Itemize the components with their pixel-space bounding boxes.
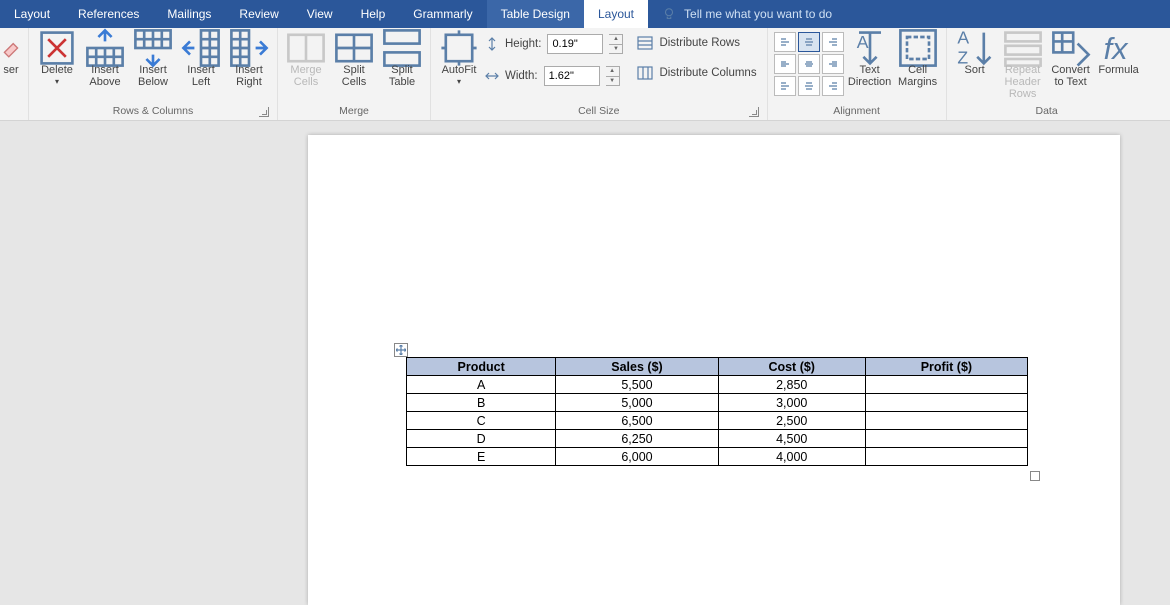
table-row[interactable]: A5,5002,850 — [407, 376, 1028, 394]
cell-size-dialog-launcher[interactable] — [749, 107, 759, 117]
align-bot-left[interactable] — [774, 76, 796, 96]
table-cell[interactable] — [865, 412, 1027, 430]
group-cell-size: Cell Size — [578, 105, 619, 117]
tab-review[interactable]: Review — [225, 0, 292, 28]
width-spinner[interactable]: ▲▼ — [606, 66, 620, 86]
height-spinner[interactable]: ▲▼ — [609, 34, 623, 54]
insert-right-button[interactable]: Insert Right — [227, 32, 271, 88]
table-cell[interactable]: 5,000 — [556, 394, 718, 412]
table-cell[interactable]: A — [407, 376, 556, 394]
rows-columns-dialog-launcher[interactable] — [259, 107, 269, 117]
text-direction-button[interactable]: A Text Direction — [848, 32, 892, 88]
align-mid-center[interactable] — [798, 54, 820, 74]
table-cell[interactable]: 5,500 — [556, 376, 718, 394]
table-cell[interactable]: 3,000 — [718, 394, 865, 412]
width-input[interactable] — [544, 66, 600, 86]
document-table[interactable]: Product Sales ($) Cost ($) Profit ($) A5… — [406, 357, 1028, 466]
table-cell[interactable]: 6,500 — [556, 412, 718, 430]
table-cell[interactable]: 6,250 — [556, 430, 718, 448]
tab-mailings[interactable]: Mailings — [153, 0, 225, 28]
table-cell[interactable]: 2,500 — [718, 412, 865, 430]
distribute-rows-button[interactable]: Distribute Rows — [633, 32, 760, 54]
th-cost[interactable]: Cost ($) — [718, 358, 865, 376]
table-cell[interactable] — [865, 394, 1027, 412]
table-cell[interactable]: 4,500 — [718, 430, 865, 448]
insert-below-button[interactable]: Insert Below — [131, 32, 175, 88]
width-label: Width: — [505, 70, 538, 82]
split-cells-button[interactable]: Split Cells — [332, 32, 376, 88]
tell-me-search[interactable]: Tell me what you want to do — [648, 0, 846, 28]
th-sales[interactable]: Sales ($) — [556, 358, 718, 376]
table-cell[interactable] — [865, 430, 1027, 448]
th-product[interactable]: Product — [407, 358, 556, 376]
table-cell[interactable]: D — [407, 430, 556, 448]
th-profit[interactable]: Profit ($) — [865, 358, 1027, 376]
align-top-left[interactable] — [774, 32, 796, 52]
table-cell[interactable] — [865, 448, 1027, 466]
height-input[interactable] — [547, 34, 603, 54]
table-row[interactable]: E6,0004,000 — [407, 448, 1028, 466]
eraser-icon — [0, 37, 22, 59]
lightbulb-icon — [662, 7, 676, 21]
document-area: Product Sales ($) Cost ($) Profit ($) A5… — [0, 121, 1170, 604]
table-row[interactable]: B5,0003,000 — [407, 394, 1028, 412]
table-row[interactable]: D6,2504,500 — [407, 430, 1028, 448]
align-bot-right[interactable] — [822, 76, 844, 96]
align-mid-right[interactable] — [822, 54, 844, 74]
table-cell[interactable]: B — [407, 394, 556, 412]
autofit-button[interactable]: AutoFit▾ — [437, 32, 481, 88]
tab-help[interactable]: Help — [347, 0, 400, 28]
convert-to-text-button[interactable]: Convert to Text — [1049, 32, 1093, 88]
alignment-grid — [774, 32, 844, 96]
group-alignment: Alignment — [774, 103, 940, 120]
distribute-rows-icon — [637, 36, 653, 50]
delete-button[interactable]: Delete▾ — [35, 32, 79, 88]
table-cell[interactable]: 2,850 — [718, 376, 865, 394]
tab-table-design[interactable]: Table Design — [487, 0, 584, 28]
eraser-button[interactable]: ser — [0, 32, 22, 76]
align-top-right[interactable] — [822, 32, 844, 52]
distribute-columns-button[interactable]: Distribute Columns — [633, 62, 760, 84]
table-row[interactable]: C6,5002,500 — [407, 412, 1028, 430]
svg-text:fx: fx — [1103, 31, 1129, 66]
cell-margins-button[interactable]: Cell Margins — [896, 32, 940, 88]
table-resize-handle[interactable] — [1030, 471, 1040, 481]
table-move-handle[interactable] — [394, 343, 408, 357]
tab-references[interactable]: References — [64, 0, 153, 28]
table-cell[interactable] — [865, 376, 1027, 394]
formula-button[interactable]: fx Formula — [1097, 32, 1141, 76]
group-rows-columns: Rows & Columns — [113, 105, 194, 117]
tab-bar: Layout References Mailings Review View H… — [0, 0, 1170, 28]
insert-above-button[interactable]: Insert Above — [83, 32, 127, 88]
align-top-center[interactable] — [798, 32, 820, 52]
svg-text:A: A — [856, 32, 868, 52]
ribbon: ser Delete▾ Insert Above Insert Below In… — [0, 28, 1170, 121]
table-cell[interactable]: E — [407, 448, 556, 466]
merge-cells-button: Merge Cells — [284, 32, 328, 88]
tab-layout[interactable]: Layout — [0, 0, 64, 28]
tab-grammarly[interactable]: Grammarly — [399, 0, 486, 28]
height-icon — [485, 37, 499, 51]
tell-me-label: Tell me what you want to do — [684, 7, 832, 21]
align-mid-left[interactable] — [774, 54, 796, 74]
move-icon — [396, 345, 406, 355]
align-bot-center[interactable] — [798, 76, 820, 96]
height-label: Height: — [505, 38, 541, 50]
insert-left-button[interactable]: Insert Left — [179, 32, 223, 88]
svg-text:A: A — [957, 28, 969, 48]
group-merge: Merge — [284, 103, 424, 120]
table-cell[interactable]: C — [407, 412, 556, 430]
group-data: Data — [953, 103, 1141, 120]
tab-table-layout[interactable]: Layout — [584, 0, 648, 28]
split-table-button[interactable]: Split Table — [380, 32, 424, 88]
tab-view[interactable]: View — [293, 0, 347, 28]
table-cell[interactable]: 4,000 — [718, 448, 865, 466]
width-icon — [485, 69, 499, 83]
repeat-header-rows-button: Repeat Header Rows — [1001, 32, 1045, 100]
distribute-columns-icon — [637, 66, 653, 80]
table-cell[interactable]: 6,000 — [556, 448, 718, 466]
sort-button[interactable]: AZ Sort — [953, 32, 997, 76]
